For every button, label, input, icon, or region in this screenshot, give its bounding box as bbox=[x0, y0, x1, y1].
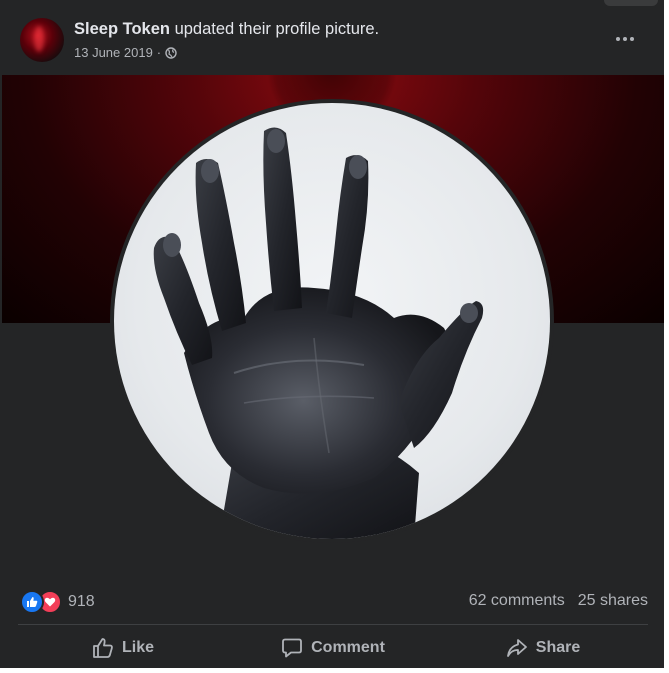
post-meta: 13 June 2019 · bbox=[74, 45, 177, 60]
author-avatar[interactable] bbox=[20, 18, 64, 62]
comment-label: Comment bbox=[311, 639, 385, 656]
globe-icon[interactable] bbox=[165, 46, 177, 59]
comments-count-link[interactable]: 62 comments bbox=[469, 592, 565, 610]
like-label: Like bbox=[121, 639, 154, 656]
hand-image bbox=[153, 127, 484, 539]
reactions-summary[interactable]: 918 bbox=[20, 590, 95, 614]
post-photo[interactable] bbox=[2, 75, 664, 577]
shares-count-link[interactable]: 25 shares bbox=[578, 592, 648, 610]
meta-separator: · bbox=[156, 45, 162, 60]
author-name-link[interactable]: Sleep Token bbox=[74, 20, 170, 38]
profile-picture-image bbox=[114, 103, 550, 539]
post-date-link[interactable]: 13 June 2019 bbox=[74, 45, 153, 60]
share-icon bbox=[506, 637, 528, 659]
reaction-count: 918 bbox=[68, 593, 95, 610]
profile-picture[interactable] bbox=[110, 99, 554, 543]
share-label: Share bbox=[535, 639, 581, 656]
post-title-line: Sleep Token updated their profile pictur… bbox=[74, 20, 379, 39]
scroll-hint bbox=[604, 0, 658, 6]
post-stats: 918 62 comments 25 shares bbox=[20, 588, 648, 616]
engagement-counts: 62 comments 25 shares bbox=[469, 592, 648, 610]
comment-button[interactable]: Comment bbox=[228, 628, 438, 668]
post-options-button[interactable] bbox=[610, 26, 640, 52]
post-action-text: updated their profile picture. bbox=[174, 20, 380, 38]
thumbs-up-icon bbox=[92, 637, 114, 659]
top-strip bbox=[0, 0, 664, 6]
share-button[interactable]: Share bbox=[438, 628, 648, 668]
post-actions-bar: Like Comment Share bbox=[18, 628, 648, 668]
facebook-post-card: Sleep Token updated their profile pictur… bbox=[0, 0, 664, 668]
actions-divider bbox=[18, 624, 648, 625]
like-button[interactable]: Like bbox=[18, 628, 228, 668]
post-header: Sleep Token updated their profile pictur… bbox=[20, 18, 650, 66]
like-reaction-icon bbox=[20, 590, 44, 614]
comment-icon bbox=[281, 637, 303, 659]
more-horizontal-icon bbox=[616, 37, 634, 41]
